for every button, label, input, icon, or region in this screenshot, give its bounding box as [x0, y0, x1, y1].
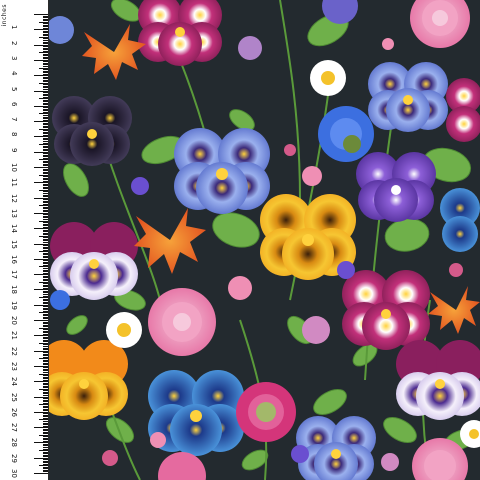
ruler-number: 13 [10, 208, 18, 218]
ruler-number: 14 [10, 224, 18, 234]
ruler-number: 28 [10, 438, 18, 448]
ruler-number: 17 [10, 270, 18, 280]
ruler-number: 11 [10, 178, 18, 188]
daisy-top [310, 60, 346, 96]
ruler-number: 29 [10, 453, 18, 463]
pansy-magenta-right [342, 270, 430, 350]
ruler-number: 4 [10, 71, 18, 76]
pansy-purple-right [356, 152, 436, 222]
ruler-number: 9 [10, 147, 18, 153]
dahlia-magenta-bottom [236, 382, 296, 442]
chrysanthemum-orange-top [82, 24, 146, 80]
ruler-number: 5 [10, 86, 18, 91]
pansy-white-bottom-right [396, 340, 480, 420]
pansy-blue-bottom-center [296, 416, 376, 480]
ruler-number: 23 [10, 361, 18, 371]
ruler-number: 15 [10, 239, 18, 249]
pansy-blue-center [174, 128, 270, 214]
ruler-number: 1 [10, 25, 18, 30]
dahlia-pink-top-right [410, 0, 470, 48]
ruler-number: 30 [10, 469, 18, 478]
ruler-number: 26 [10, 407, 18, 417]
floral-pattern [40, 0, 480, 480]
ruler-number: 20 [10, 316, 18, 325]
ruler-number: 2 [10, 40, 18, 46]
ruler-number: 24 [10, 377, 18, 387]
ruler-number: 7 [10, 117, 18, 122]
pansy-pink-top [138, 0, 222, 66]
chrysanthemum-orange-right [428, 286, 480, 334]
ruler-number: 16 [10, 254, 18, 264]
ruler-number: 3 [10, 55, 18, 61]
ruler-number: 10 [10, 163, 18, 172]
ruler-number: 8 [10, 132, 18, 137]
fabric-swatch: inches 1 2 3 4 5 6 7 8 9 10 11 12 13 14 15 16 17 18 19 20 21… [0, 0, 480, 480]
ruler-number: 27 [10, 423, 18, 433]
ruler-number: 22 [10, 346, 18, 356]
ruler-number: 19 [10, 300, 18, 310]
pansy-white-purple-left [50, 222, 138, 300]
ruler-number: 25 [10, 392, 18, 402]
ruler-number: 6 [10, 101, 18, 107]
dahlia-pink-center [148, 288, 216, 356]
ruler-number: 12 [10, 193, 18, 203]
ruler-number: 21 [10, 331, 18, 341]
daisy-left [106, 312, 142, 348]
dahlia-pink-bottom-center [158, 452, 206, 480]
pansy-sky-right-edge [440, 188, 480, 252]
pansy-pink-right-edge [446, 78, 480, 142]
ruler-tick [34, 473, 48, 474]
pansy-blue-top-right [368, 62, 448, 132]
chrysanthemum-orange-center [134, 208, 206, 274]
pansy-dark-left [52, 96, 132, 166]
measurement-ruler: inches 1 2 3 4 5 6 7 8 9 10 11 12 13 14 15 16 17 18 19 20 21… [0, 0, 49, 480]
ruler-number: 18 [10, 285, 18, 295]
pansy-yellow-bottom-left [40, 340, 128, 420]
ruler-unit-label: inches [1, 4, 8, 27]
cornflower-blue [318, 106, 374, 162]
